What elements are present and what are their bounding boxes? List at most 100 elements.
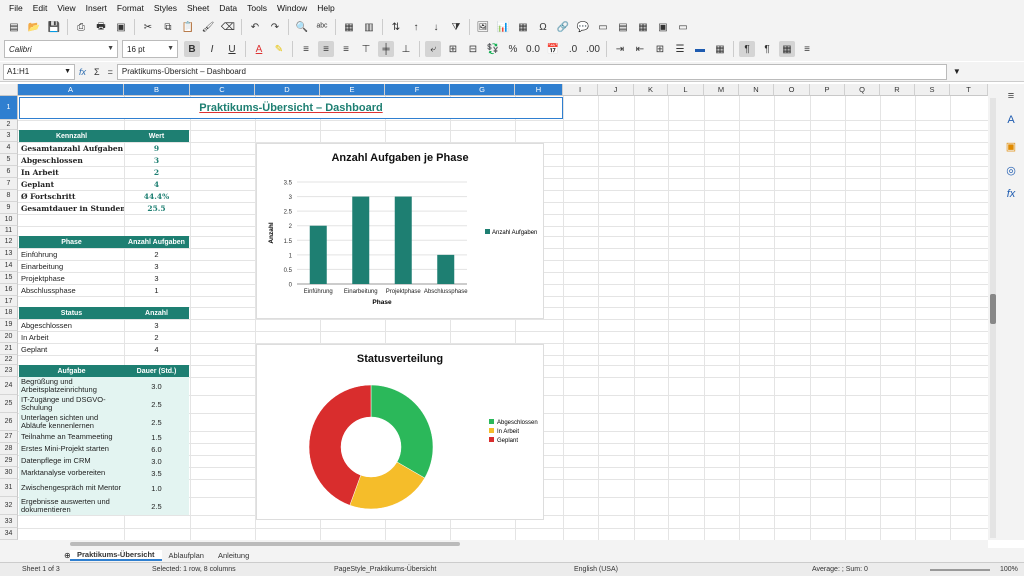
- phase-count-cell[interactable]: 3: [124, 260, 189, 272]
- split-window-icon[interactable]: ▣: [655, 19, 671, 35]
- row-header-21[interactable]: 21: [0, 343, 18, 355]
- name-box[interactable]: A1:H1 ▼: [3, 63, 75, 80]
- kpi-value-cell[interactable]: 44.4%: [124, 190, 189, 202]
- export-pdf-icon[interactable]: ⎙: [73, 19, 89, 35]
- formula-input[interactable]: Praktikums-Übersicht – Dashboard: [116, 63, 947, 80]
- merge-center-icon[interactable]: ⊞: [445, 41, 461, 57]
- column-header-l[interactable]: L: [668, 84, 704, 96]
- grid-lines-icon[interactable]: ▦: [779, 41, 795, 57]
- sum-icon[interactable]: Σ: [94, 67, 100, 77]
- column-header-s[interactable]: S: [915, 84, 950, 96]
- kpi-label-cell[interactable]: In Arbeit: [19, 166, 124, 178]
- column-header-d[interactable]: D: [255, 84, 320, 96]
- column-header-a[interactable]: A: [18, 84, 124, 96]
- task-duration-cell[interactable]: 2.5: [124, 413, 189, 431]
- borders-icon[interactable]: ⊞: [652, 41, 668, 57]
- row-header-6[interactable]: 6: [0, 166, 18, 178]
- paste-icon[interactable]: 📋: [180, 19, 196, 35]
- increase-indent-icon[interactable]: ⇥: [612, 41, 628, 57]
- menu-sheet[interactable]: Sheet: [182, 3, 214, 13]
- row-header-23[interactable]: 23: [0, 365, 18, 377]
- task-duration-cell[interactable]: 2.5: [124, 395, 189, 413]
- tab-ablaufplan[interactable]: Ablaufplan: [162, 551, 211, 560]
- task-duration-cell[interactable]: 3.0: [124, 455, 189, 467]
- row-header-16[interactable]: 16: [0, 284, 18, 296]
- font-color-icon[interactable]: A: [251, 41, 267, 57]
- date-format-icon[interactable]: 📅: [545, 41, 561, 57]
- align-top-icon[interactable]: ⊤: [358, 41, 374, 57]
- task-duration-cell[interactable]: 1.5: [124, 431, 189, 443]
- pie-chart[interactable]: Statusverteilung Abgeschlossen In Arbeit G…: [256, 344, 544, 520]
- chart-icon[interactable]: 📊: [495, 19, 511, 35]
- text-direction-ltr-icon[interactable]: ¶: [739, 41, 755, 57]
- chevron-down-icon[interactable]: ▼: [953, 67, 961, 76]
- row-header-1[interactable]: 1: [0, 96, 18, 120]
- task-duration-cell[interactable]: 3.0: [124, 377, 189, 395]
- border-style-icon[interactable]: ☰: [672, 41, 688, 57]
- column-header-h[interactable]: H: [515, 84, 563, 96]
- row-header-18[interactable]: 18: [0, 307, 18, 319]
- row-header-27[interactable]: 27: [0, 431, 18, 443]
- horizontal-scrollbar[interactable]: [0, 540, 988, 548]
- delete-decimal-icon[interactable]: .00: [585, 41, 601, 57]
- corner-select-all[interactable]: [0, 84, 18, 96]
- status-count-cell[interactable]: 2: [124, 331, 189, 343]
- kpi-value-cell[interactable]: 9: [124, 142, 189, 154]
- wrap-text-icon[interactable]: ⤶: [425, 41, 441, 57]
- row-header-32[interactable]: 32: [0, 497, 18, 515]
- save-icon[interactable]: 💾: [46, 19, 62, 35]
- row-header-4[interactable]: 4: [0, 142, 18, 154]
- menu-tools[interactable]: Tools: [242, 3, 272, 13]
- add-decimal-icon[interactable]: .0: [565, 41, 581, 57]
- redo-icon[interactable]: ↷: [267, 19, 283, 35]
- row-header-3[interactable]: 3: [0, 130, 18, 142]
- styles-icon[interactable]: A: [1004, 114, 1018, 128]
- task-duration-cell[interactable]: 3.5: [124, 467, 189, 479]
- kpi-value-cell[interactable]: 4: [124, 178, 189, 190]
- column-header-g[interactable]: G: [450, 84, 515, 96]
- phase-name-cell[interactable]: Einführung: [19, 248, 124, 260]
- phase-count-cell[interactable]: 3: [124, 272, 189, 284]
- status-count-cell[interactable]: 4: [124, 343, 189, 355]
- comment-icon[interactable]: 💬: [575, 19, 591, 35]
- horizontal-scroll-thumb[interactable]: [70, 542, 460, 546]
- formula-icon[interactable]: =: [108, 67, 113, 77]
- align-bottom-icon[interactable]: ⊥: [398, 41, 414, 57]
- conditional-format-icon[interactable]: ▦: [712, 41, 728, 57]
- task-name-cell[interactable]: IT-Zugänge und DSGVO-Schulung: [19, 395, 124, 413]
- new-document-icon[interactable]: ▤: [6, 19, 22, 35]
- task-name-cell[interactable]: Marktanalyse vorbereiten: [19, 467, 124, 479]
- align-right-icon[interactable]: ≡: [338, 41, 354, 57]
- bold-icon[interactable]: B: [184, 41, 200, 57]
- task-duration-cell[interactable]: 6.0: [124, 443, 189, 455]
- underline-icon[interactable]: U: [224, 41, 240, 57]
- table-header-cell[interactable]: Dauer (Std.): [124, 365, 189, 377]
- vertical-scroll-thumb[interactable]: [990, 294, 996, 324]
- print-icon[interactable]: 🖶: [93, 19, 109, 35]
- align-left-icon[interactable]: ≡: [298, 41, 314, 57]
- kpi-value-cell[interactable]: 2: [124, 166, 189, 178]
- gallery-icon[interactable]: ▣: [1004, 140, 1018, 154]
- align-center-icon[interactable]: ≡: [318, 41, 334, 57]
- row-header-28[interactable]: 28: [0, 443, 18, 455]
- number-format-icon[interactable]: 0.0: [525, 41, 541, 57]
- row-header-33[interactable]: 33: [0, 515, 18, 528]
- show-draw-functions-icon[interactable]: ▭: [675, 19, 691, 35]
- menu-styles[interactable]: Styles: [149, 3, 182, 13]
- column-header-c[interactable]: C: [190, 84, 255, 96]
- font-name-combo[interactable]: Calibri ▼: [4, 40, 118, 58]
- task-name-cell[interactable]: Unterlagen sichten und Abläufe kennenler…: [19, 413, 124, 431]
- autofilter-icon[interactable]: ⧩: [448, 19, 464, 35]
- kpi-label-cell[interactable]: Gesamtanzahl Aufgaben: [19, 142, 124, 154]
- tab-praktikums-uebersicht[interactable]: Praktikums-Übersicht: [70, 549, 162, 561]
- column-header-i[interactable]: I: [563, 84, 598, 96]
- column-header-f[interactable]: F: [385, 84, 450, 96]
- table-header-cell[interactable]: Kennzahl: [19, 130, 124, 142]
- task-name-cell[interactable]: Begrüßung und Arbeitsplatzeinrichtung: [19, 377, 124, 395]
- find-replace-icon[interactable]: 🔍: [294, 19, 310, 35]
- menu-window[interactable]: Window: [272, 3, 312, 13]
- table-header-cell[interactable]: Status: [19, 307, 124, 319]
- phase-name-cell[interactable]: Projektphase: [19, 272, 124, 284]
- currency-format-icon[interactable]: 💱: [485, 41, 501, 57]
- row-header-19[interactable]: 19: [0, 319, 18, 331]
